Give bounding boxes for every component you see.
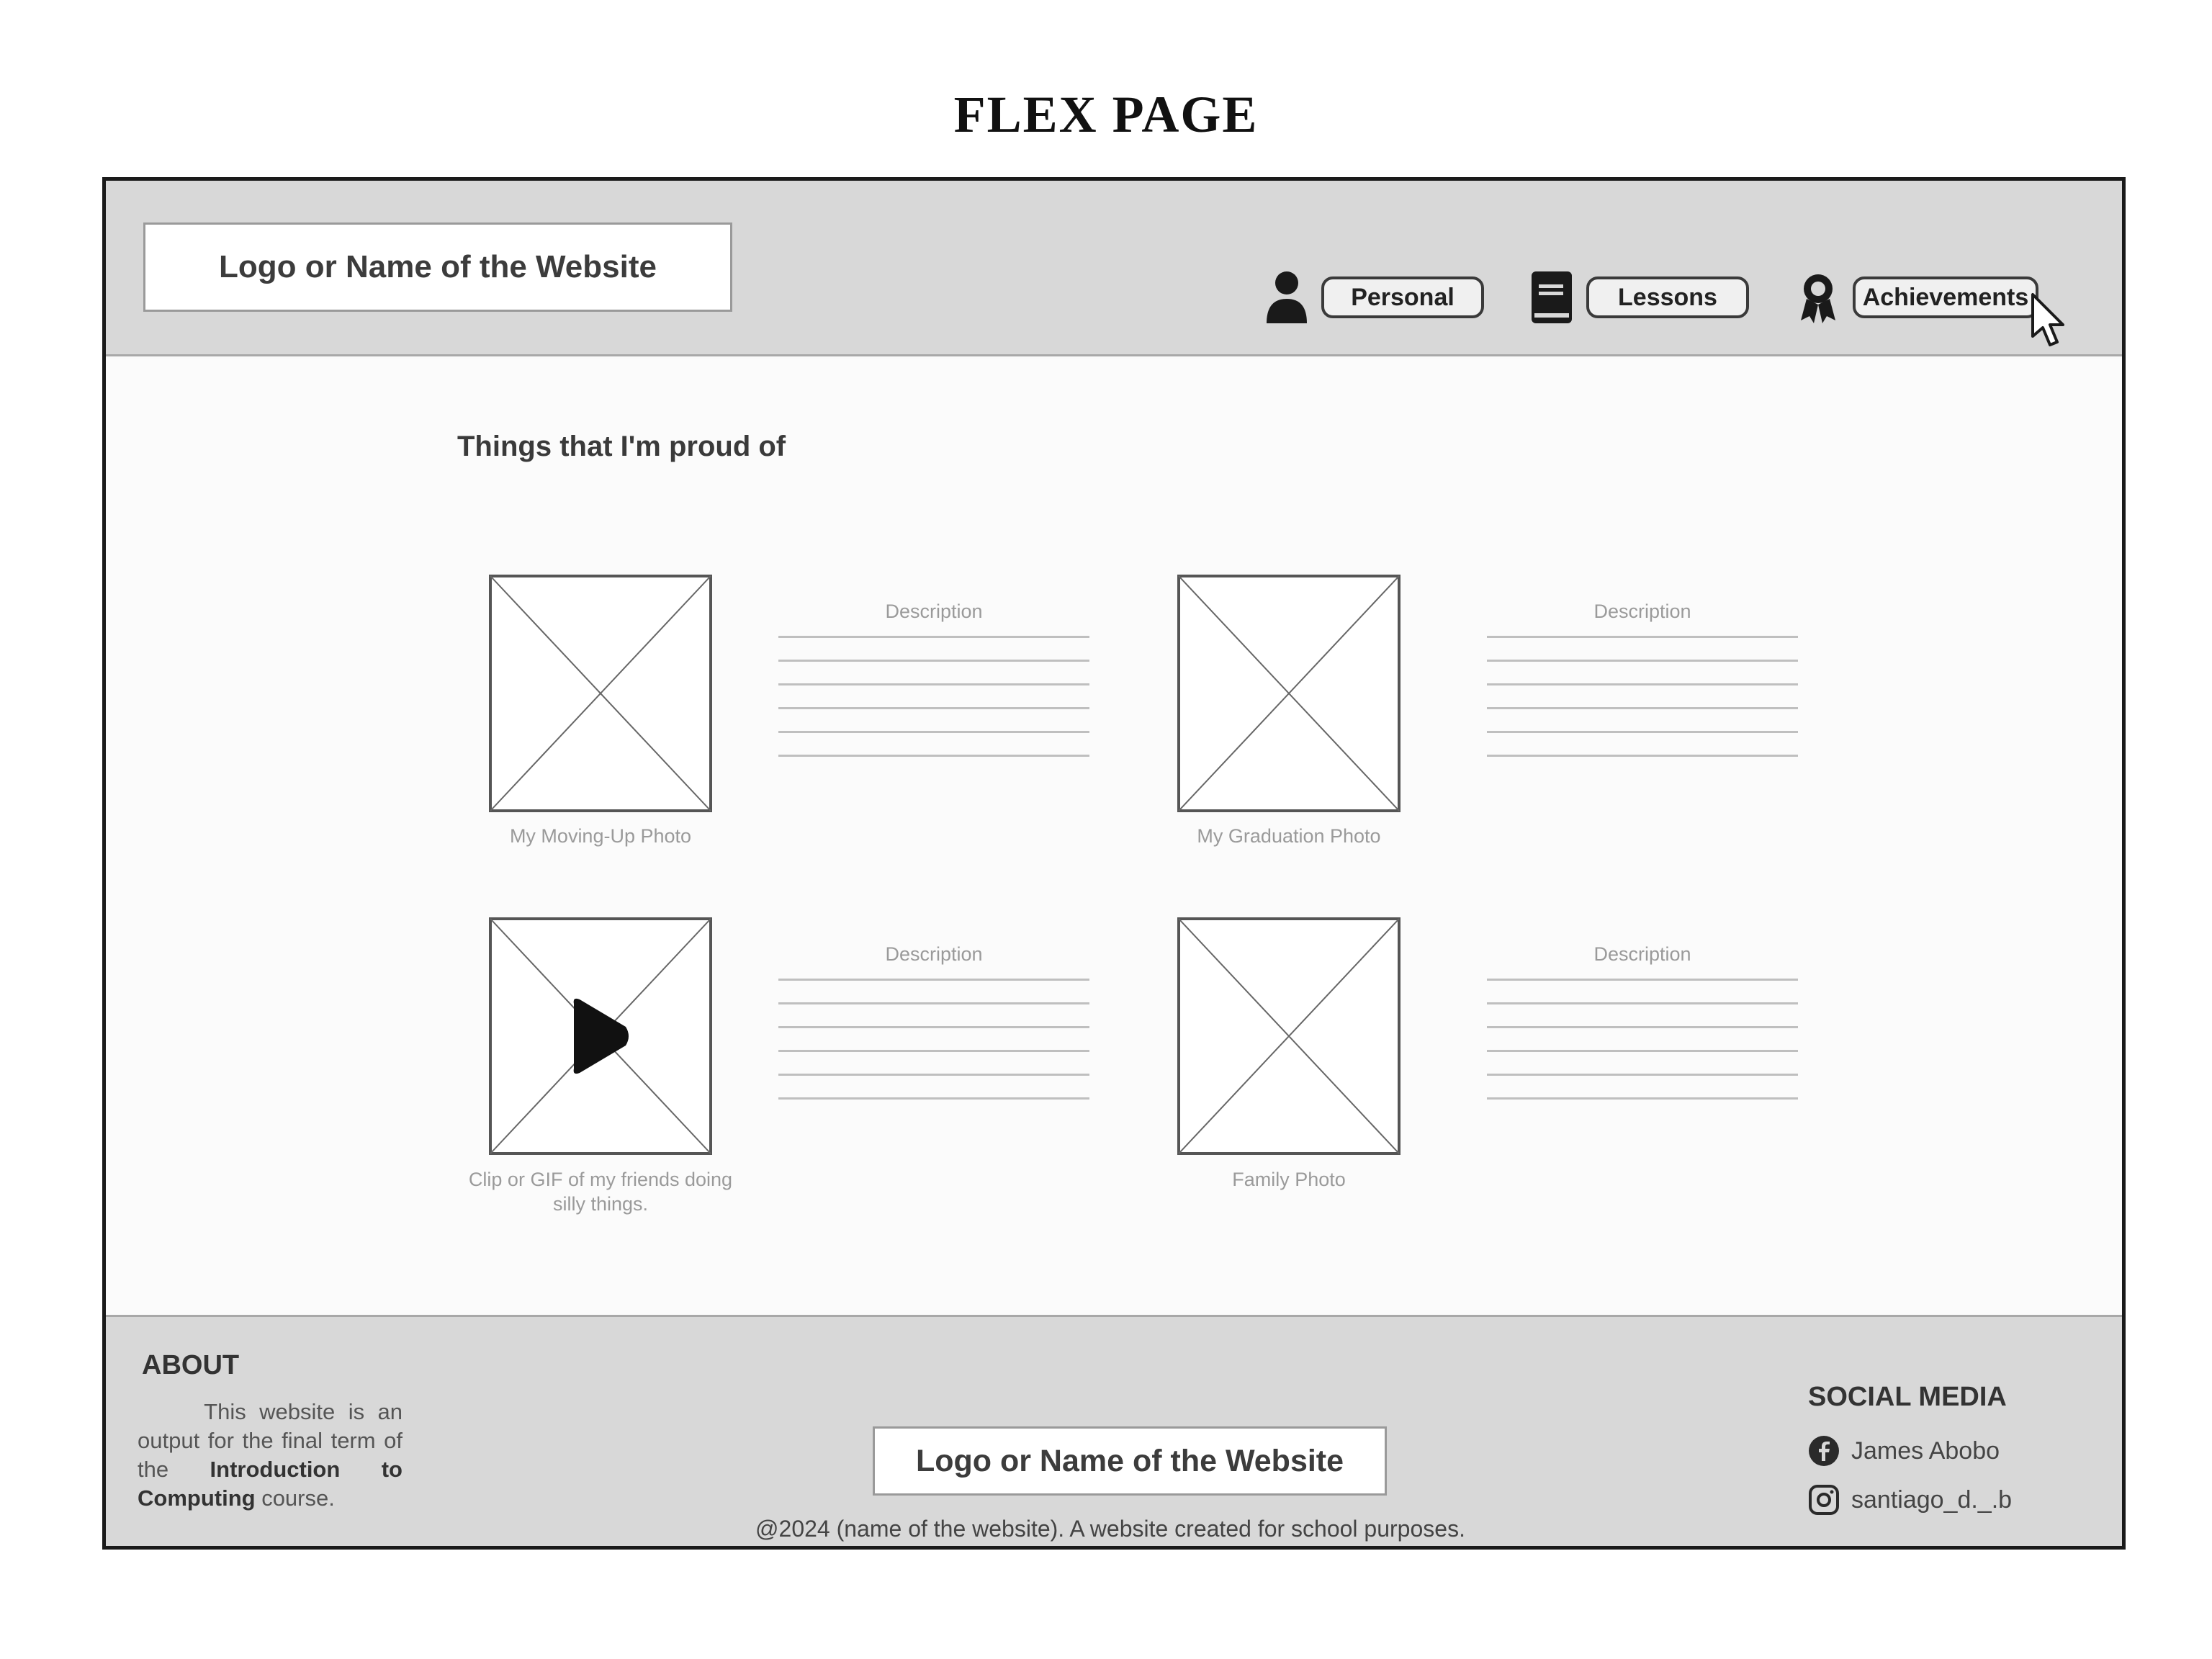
about-title: ABOUT bbox=[142, 1350, 240, 1380]
nav-achievements-button[interactable]: Achievements bbox=[1853, 276, 2038, 318]
description-block: Description bbox=[778, 943, 1089, 1121]
about-text: This website is an output for the final … bbox=[138, 1399, 403, 1511]
description-block: Description bbox=[1487, 943, 1798, 1121]
video-caption: Clip or GIF of my friends doing silly th… bbox=[468, 1169, 733, 1215]
description-label: Description bbox=[1593, 601, 1691, 622]
image-caption: My Graduation Photo bbox=[1197, 825, 1381, 847]
page-title: FLEX PAGE bbox=[953, 86, 1259, 143]
image-placeholder[interactable] bbox=[1177, 575, 1401, 812]
image-placeholder[interactable] bbox=[489, 575, 712, 812]
description-label: Description bbox=[885, 943, 983, 965]
nav-item-achievements[interactable]: Achievements bbox=[1795, 267, 2038, 328]
footer-logo[interactable]: Logo or Name of the Website bbox=[873, 1426, 1387, 1496]
image-placeholder[interactable] bbox=[1177, 917, 1401, 1155]
mouse-cursor-icon bbox=[2031, 293, 2064, 346]
instagram-icon bbox=[1808, 1484, 1840, 1516]
video-placeholder[interactable] bbox=[489, 917, 712, 1155]
description-label: Description bbox=[885, 601, 983, 622]
site-footer: ABOUT This website is an output for the … bbox=[106, 1315, 2122, 1546]
social-label: santiago_d._.b bbox=[1851, 1485, 2013, 1514]
image-caption: Family Photo bbox=[1232, 1169, 1346, 1190]
section-title: Things that I'm proud of bbox=[457, 431, 786, 462]
website-mockup-frame: Logo or Name of the Website Personal Les… bbox=[102, 177, 2126, 1550]
description-label: Description bbox=[1593, 943, 1691, 965]
social-link-facebook[interactable]: James Abobo bbox=[1808, 1435, 2000, 1467]
social-label: James Abobo bbox=[1851, 1437, 2000, 1465]
description-block: Description bbox=[1487, 601, 1798, 778]
facebook-icon bbox=[1808, 1435, 1840, 1467]
main-content: Things that I'm proud of My Moving-Up Ph… bbox=[106, 359, 2122, 1315]
award-icon bbox=[1795, 269, 1841, 326]
copyright-text: @2024 (name of the website). A website c… bbox=[755, 1516, 1465, 1542]
nav-lessons-button[interactable]: Lessons bbox=[1586, 276, 1749, 318]
nav-item-lessons[interactable]: Lessons bbox=[1529, 267, 1749, 328]
nav-personal-button[interactable]: Personal bbox=[1321, 276, 1484, 318]
site-header: Logo or Name of the Website Personal Les… bbox=[106, 181, 2122, 356]
book-icon bbox=[1529, 269, 1575, 326]
social-media-title: SOCIAL MEDIA bbox=[1808, 1382, 2007, 1412]
description-block: Description bbox=[778, 601, 1089, 778]
header-logo[interactable]: Logo or Name of the Website bbox=[143, 222, 732, 312]
nav-item-personal[interactable]: Personal bbox=[1264, 267, 1484, 328]
social-link-instagram[interactable]: santiago_d._.b bbox=[1808, 1484, 2012, 1516]
image-caption: My Moving-Up Photo bbox=[509, 825, 692, 847]
person-icon bbox=[1264, 269, 1310, 326]
